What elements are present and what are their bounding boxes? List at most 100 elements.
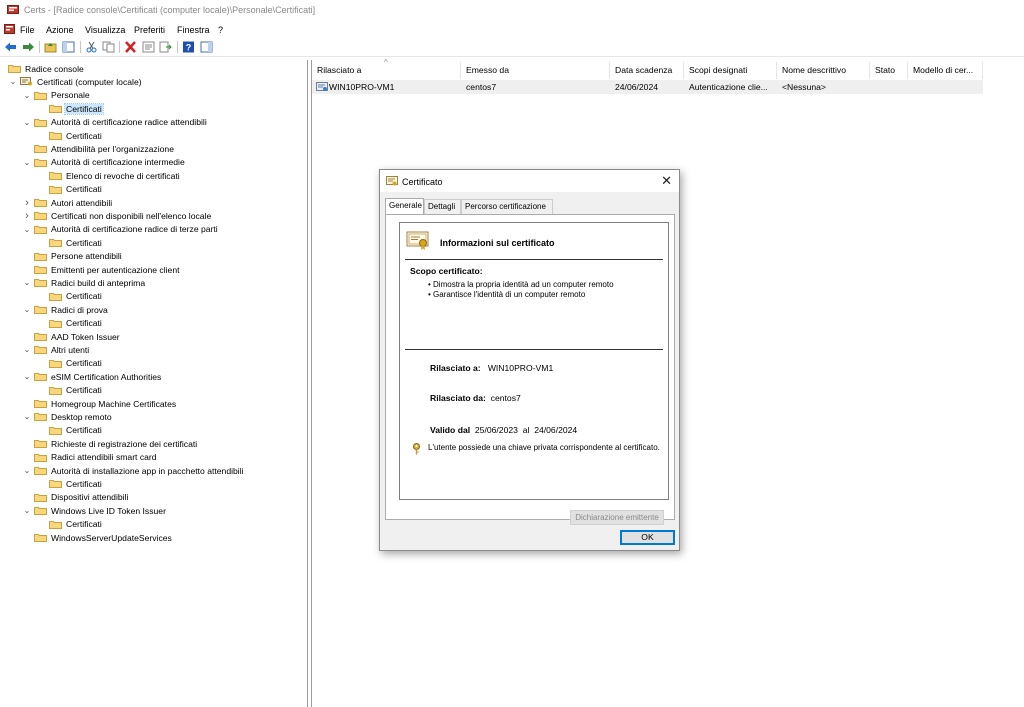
- column-modello[interactable]: Modello di cer...: [908, 62, 983, 79]
- tab-percorso-certificazione[interactable]: Percorso certificazione: [461, 199, 553, 214]
- column-emesso-da[interactable]: Emesso da: [461, 62, 610, 79]
- menu-finestra[interactable]: Finestra: [177, 25, 210, 35]
- chevron-down-icon[interactable]: ⌄: [22, 90, 32, 100]
- tree-item-attendibilita-per-l-organizzazione[interactable]: Attendibilità per l'organizzazione: [22, 142, 175, 155]
- issuer-statement-button[interactable]: Dichiarazione emittente: [570, 510, 664, 525]
- tree-item-radici-di-prova[interactable]: ⌄ Radici di prova: [22, 303, 109, 316]
- tab-dettagli[interactable]: Dettagli: [424, 199, 461, 214]
- chevron-down-icon[interactable]: ⌄: [22, 345, 32, 355]
- tree-item-dispositivi-attendibili[interactable]: Dispositivi attendibili: [22, 491, 129, 504]
- tree-item-radice-console[interactable]: Radice console: [6, 62, 85, 75]
- tree-item-autorita-di-certificazione-radice-attendibili[interactable]: ⌄ Autorità di certificazione radice atten…: [22, 116, 208, 129]
- ok-button[interactable]: OK: [620, 530, 675, 545]
- tree-item-elenco-di-revoche-di-certificati[interactable]: Elenco di revoche di certificati: [37, 169, 181, 182]
- tree-item-certificati[interactable]: Certificati: [37, 317, 103, 330]
- show-action-pane-icon[interactable]: [200, 41, 213, 53]
- properties-icon[interactable]: [142, 41, 155, 53]
- chevron-down-icon[interactable]: ⌄: [22, 278, 32, 288]
- folder-icon: [34, 413, 47, 422]
- issued-to-field: Rilasciato a: WIN10PRO-VM1: [430, 363, 553, 373]
- chevron-down-icon[interactable]: ⌄: [22, 117, 32, 127]
- tree-item-autorita-di-installazione-app-in-pacchetto-attendibili[interactable]: ⌄ Autorità di installazione app in pacche…: [22, 464, 245, 477]
- help-icon[interactable]: ?: [182, 41, 195, 53]
- column-scopi-designati[interactable]: Scopi designati: [684, 62, 777, 79]
- tree-item-persone-attendibili[interactable]: Persone attendibili: [22, 250, 123, 263]
- menu-file[interactable]: File: [20, 25, 35, 35]
- column-nome-descrittivo[interactable]: Nome descrittivo: [777, 62, 870, 79]
- tree-item-label: Certificati non disponibili nell'elenco …: [51, 210, 212, 221]
- column-rilasciato-a[interactable]: Rilasciato a: [312, 62, 461, 79]
- tree-item-personale[interactable]: ⌄ Personale: [22, 89, 91, 102]
- chevron-right-icon[interactable]: ›: [22, 197, 32, 209]
- tree-item-certificati[interactable]: Certificati: [37, 129, 103, 142]
- tree-item-autorita-di-certificazione-radice-di-terze-parti[interactable]: ⌄ Autorità di certificazione radice di te…: [22, 223, 219, 236]
- tree-item-desktop-remoto[interactable]: ⌄ Desktop remoto: [22, 410, 113, 423]
- tree-item-certificati[interactable]: Certificati: [37, 518, 103, 531]
- tree-item-autorita-di-certificazione-intermedie[interactable]: ⌄ Autorità di certificazione intermedie: [22, 156, 186, 169]
- folder-icon: [34, 467, 47, 475]
- tree-item-certificati[interactable]: Certificati: [37, 183, 103, 196]
- chevron-down-icon[interactable]: ⌄: [22, 224, 32, 234]
- tab-generale[interactable]: Generale: [385, 198, 424, 214]
- folder-icon: [34, 118, 47, 127]
- chevron-down-icon[interactable]: ⌄: [22, 466, 32, 476]
- chevron-down-icon[interactable]: ⌄: [22, 305, 32, 315]
- cut-icon[interactable]: [85, 41, 98, 53]
- tree-item-certificati[interactable]: Certificati: [37, 236, 103, 249]
- show-tree-icon[interactable]: [62, 41, 75, 53]
- close-icon[interactable]: ✕: [661, 173, 672, 189]
- chevron-down-icon[interactable]: ⌄: [22, 412, 32, 422]
- chevron-right-icon[interactable]: ›: [22, 210, 32, 222]
- tree-item-aad-token-issuer[interactable]: AAD Token Issuer: [22, 330, 121, 343]
- column-data-scadenza[interactable]: Data scadenza: [610, 62, 684, 79]
- back-arrow-icon[interactable]: [4, 41, 17, 53]
- tree-item-windows-live-id-token-issuer[interactable]: ⌄ Windows Live ID Token Issuer: [22, 504, 167, 517]
- tree-item-esim-certification-authorities[interactable]: ⌄ eSIM Certification Authorities: [22, 370, 162, 383]
- svg-text:?: ?: [186, 43, 192, 53]
- tree-item-certificati[interactable]: Certificati: [37, 424, 103, 437]
- certificate-row[interactable]: WIN10PRO-VM1 centos7 24/06/2024 Autentic…: [312, 80, 983, 94]
- menu-azione[interactable]: Azione: [46, 25, 74, 35]
- tree-item-certificati[interactable]: Certificati: [37, 384, 103, 397]
- tree-item-autori-attendibili[interactable]: › Autori attendibili: [22, 196, 113, 209]
- tree-item-richieste-di-registrazione-dei-certificati[interactable]: Richieste di registrazione dei certifica…: [22, 437, 198, 450]
- tree-item-altri-utenti[interactable]: ⌄ Altri utenti: [22, 343, 90, 356]
- column-stato[interactable]: Stato: [870, 62, 908, 79]
- tree-item-homegroup-machine-certificates[interactable]: Homegroup Machine Certificates: [22, 397, 177, 410]
- tree-item-certificati[interactable]: Certificati: [37, 290, 103, 303]
- tree-item-radici-attendibili-smart-card[interactable]: Radici attendibili smart card: [22, 451, 158, 464]
- valid-to-value: 24/06/2024: [534, 425, 578, 435]
- menu-visualizza[interactable]: Visualizza: [85, 25, 125, 35]
- tree-item-label: Elenco di revoche di certificati: [66, 170, 180, 181]
- tree-item-windowsserverupdateservices[interactable]: WindowsServerUpdateServices: [22, 531, 173, 544]
- folder-icon: [34, 440, 47, 449]
- tree-item-certificati-non-disponibili-nell-elenco-locale[interactable]: › Certificati non disponibili nell'elenco…: [22, 209, 212, 222]
- tree-item-certificati[interactable]: Certificati: [37, 477, 103, 490]
- folder-icon: [34, 145, 47, 154]
- folder-icon: [49, 386, 62, 395]
- menu-preferiti[interactable]: Preferiti: [134, 25, 165, 35]
- tree-item-label: Certificati: [66, 425, 102, 436]
- tree-item-certificati[interactable]: Certificati: [37, 357, 103, 370]
- mmc-system-icon[interactable]: [4, 24, 15, 34]
- folder-icon: [34, 400, 47, 408]
- menu-help[interactable]: ?: [218, 25, 223, 35]
- delete-icon[interactable]: [124, 41, 137, 53]
- chevron-down-icon[interactable]: ⌄: [22, 372, 32, 382]
- tree-item-emittenti-per-autenticazione-client[interactable]: Emittenti per autenticazione client: [22, 263, 181, 276]
- copy-icon[interactable]: [102, 41, 115, 53]
- tree-item-certificati[interactable]: Certificati: [37, 102, 104, 115]
- tree-item-radici-build-di-anteprima[interactable]: ⌄ Radici build di anteprima: [22, 276, 146, 289]
- chevron-down-icon[interactable]: ⌄: [8, 77, 18, 87]
- forward-arrow-icon[interactable]: [22, 41, 35, 53]
- up-folder-icon[interactable]: [44, 41, 57, 53]
- tree-item-label: Autorità di installazione app in pacchet…: [51, 465, 244, 476]
- tree-item-certificati-computer-locale[interactable]: ⌄ Certificati (computer locale): [8, 75, 143, 88]
- folder-icon: [49, 520, 62, 529]
- export-list-icon[interactable]: [159, 41, 172, 53]
- chevron-down-icon[interactable]: ⌄: [22, 506, 32, 516]
- chevron-down-icon[interactable]: ⌄: [22, 157, 32, 167]
- folder-icon: [34, 212, 47, 221]
